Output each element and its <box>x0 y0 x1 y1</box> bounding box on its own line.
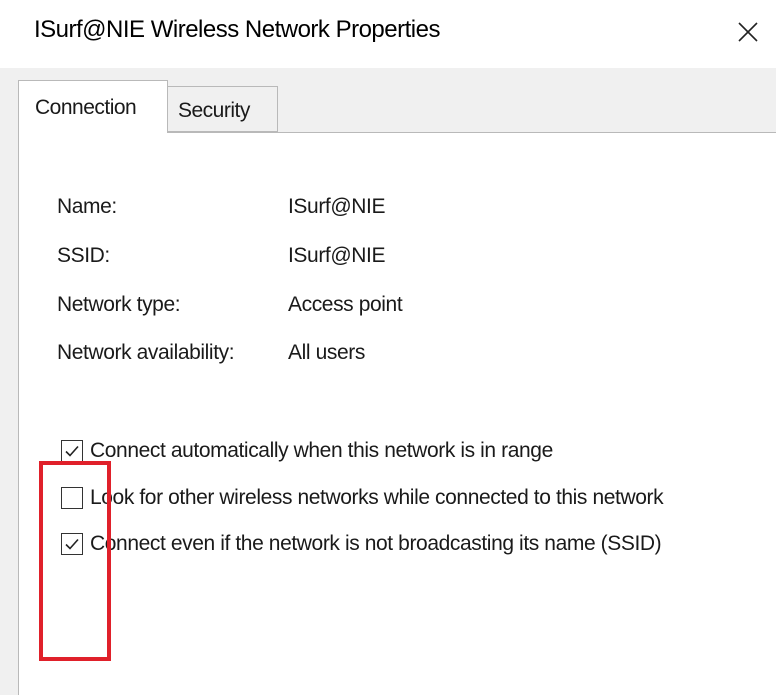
tab-connection-label: Connection <box>35 96 137 119</box>
look-for-other-networks-checkbox[interactable] <box>61 487 83 509</box>
dialog-body: Connection Security Name: ISurf@NIE SSID… <box>0 68 776 695</box>
window-title: ISurf@NIE Wireless Network Properties <box>34 16 440 43</box>
tab-security[interactable]: Security <box>168 86 278 132</box>
connect-automatically-checkbox[interactable] <box>61 440 83 462</box>
connect-automatically-label: Connect automatically when this network … <box>90 439 553 462</box>
network-availability-value: All users <box>288 341 365 364</box>
checkmark-icon <box>65 445 79 457</box>
name-value: ISurf@NIE <box>288 195 386 218</box>
connection-panel: Name: ISurf@NIE SSID: ISurf@NIE Network … <box>18 132 776 695</box>
tab-security-label: Security <box>178 99 250 122</box>
connect-automatically-option[interactable]: Connect automatically when this network … <box>61 435 553 467</box>
network-properties-window: ISurf@NIE Wireless Network Properties Co… <box>0 0 776 695</box>
connect-hidden-ssid-option[interactable]: Connect even if the network is not broad… <box>61 528 662 560</box>
look-for-other-networks-label: Look for other wireless networks while c… <box>90 486 664 509</box>
name-label: Name: <box>57 195 117 218</box>
checkmark-icon <box>65 538 79 550</box>
network-availability-label: Network availability: <box>57 341 235 364</box>
connect-hidden-ssid-label: Connect even if the network is not broad… <box>90 532 662 555</box>
look-for-other-networks-option[interactable]: Look for other wireless networks while c… <box>61 482 664 514</box>
network-type-label: Network type: <box>57 293 181 316</box>
close-button[interactable] <box>730 14 766 50</box>
network-type-value: Access point <box>288 293 403 316</box>
ssid-label: SSID: <box>57 244 110 267</box>
ssid-value: ISurf@NIE <box>288 244 386 267</box>
close-icon <box>738 22 758 42</box>
tab-connection[interactable]: Connection <box>18 80 168 133</box>
connect-hidden-ssid-checkbox[interactable] <box>61 533 83 555</box>
